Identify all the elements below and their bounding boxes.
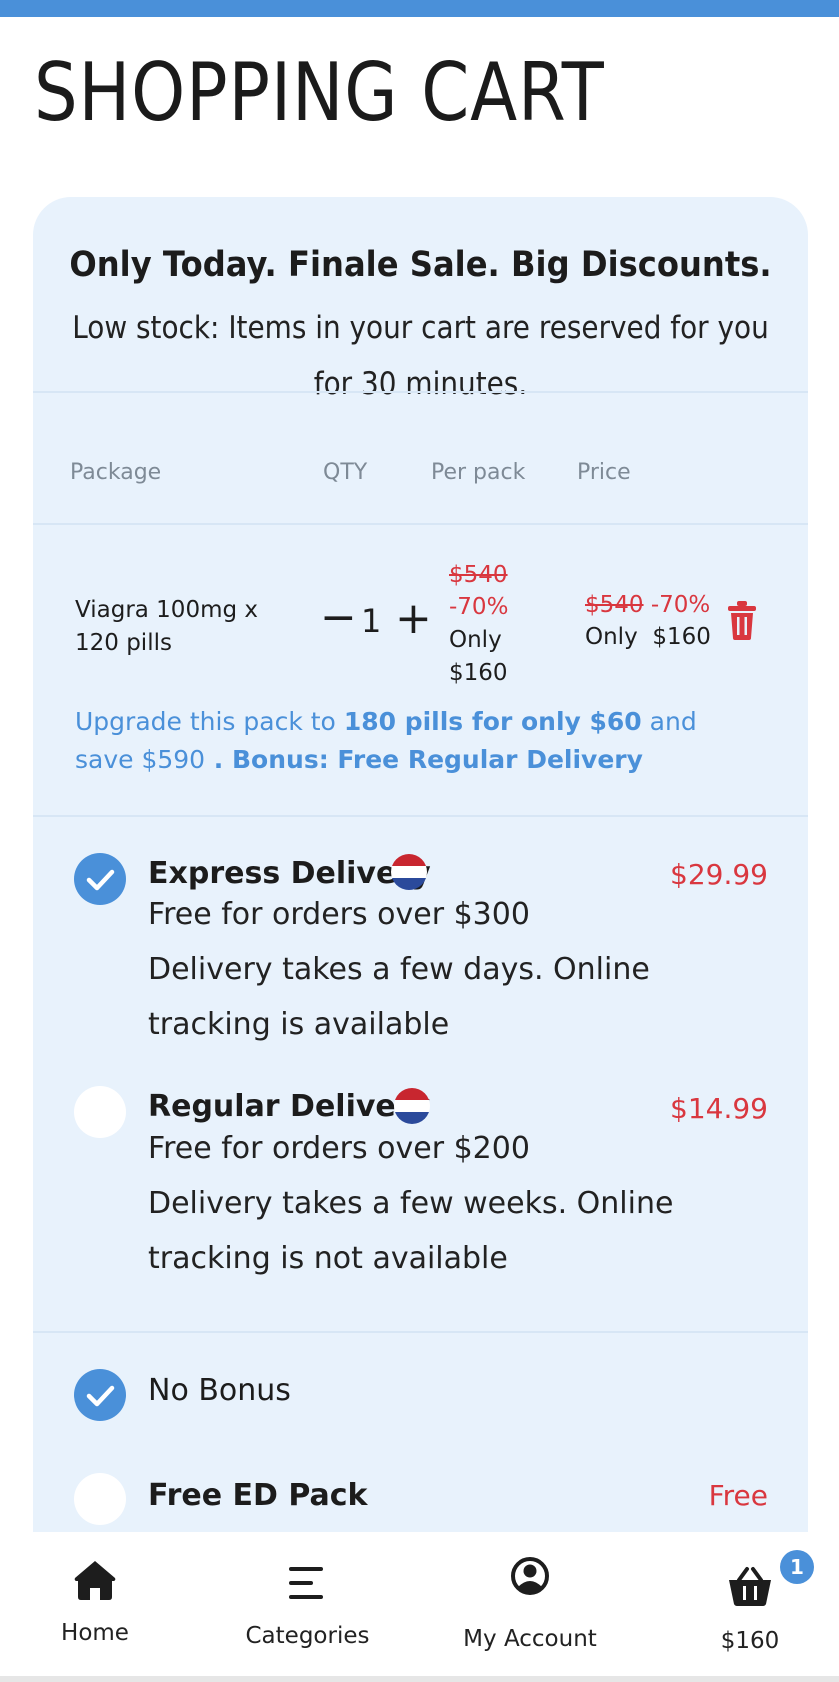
top-accent-bar	[0, 0, 839, 17]
price-new: $160	[652, 624, 711, 650]
price-discount: -70%	[650, 592, 711, 618]
header-qty: QTY	[323, 460, 368, 485]
trash-icon[interactable]	[727, 600, 757, 640]
regular-delivery-radio[interactable]	[74, 1086, 126, 1138]
upsell-offer-link[interactable]: Upgrade this pack to 180 pills for only …	[75, 703, 735, 779]
qty-decrease-button[interactable]: −	[320, 596, 357, 640]
regular-delivery-description: Delivery takes a few weeks. Online track…	[148, 1186, 674, 1276]
nav-home-label: Home	[61, 1620, 129, 1646]
user-account-icon	[511, 1557, 549, 1595]
per-pack-only-label: Only	[449, 627, 502, 653]
express-delivery-free-threshold: Free for orders over $300	[148, 897, 530, 932]
express-delivery-description: Delivery takes a few days. Online tracki…	[148, 952, 650, 1042]
price-old-line: $540 -70%	[585, 592, 710, 618]
bottom-divider	[0, 1676, 839, 1682]
express-delivery-radio-checked[interactable]	[74, 853, 126, 905]
nav-home[interactable]: Home	[40, 1532, 150, 1672]
upsell-offer: 180 pills for only $60	[343, 707, 642, 736]
nav-my-account[interactable]: My Account	[460, 1532, 600, 1672]
regular-delivery-free-threshold: Free for orders over $200	[148, 1131, 530, 1166]
header-price: Price	[577, 460, 631, 485]
divider	[33, 391, 808, 393]
cart-count-badge: 1	[780, 1550, 814, 1584]
price-new-line: Only $160	[585, 624, 711, 650]
regular-delivery-title[interactable]: Regular Delivery	[148, 1089, 430, 1124]
shopping-basket-icon	[729, 1567, 771, 1606]
header-per-pack: Per pack	[431, 460, 526, 485]
cart-card: Only Today. Finale Sale. Big Discounts. …	[33, 197, 808, 1532]
price-old: $540	[585, 592, 644, 618]
divider	[33, 1331, 808, 1333]
upsell-save: $590	[141, 745, 206, 774]
qty-increase-button[interactable]: +	[395, 597, 432, 641]
home-icon	[74, 1561, 116, 1600]
promo-notice: Low stock: Items in your cart are reserv…	[72, 310, 769, 402]
page-title: SHOPPING CART	[34, 46, 605, 139]
divider	[33, 523, 808, 525]
nav-cart-total: $160	[720, 1628, 780, 1654]
nav-categories-label: Categories	[245, 1623, 370, 1649]
checkmark-icon	[86, 869, 115, 891]
free-ed-pack-title[interactable]: Free ED Pack	[148, 1478, 368, 1513]
price-only-label: Only	[585, 624, 638, 650]
no-bonus-title[interactable]: No Bonus	[148, 1373, 291, 1408]
checkmark-icon	[86, 1385, 115, 1407]
menu-lines-icon	[289, 1567, 323, 1599]
item-name: Viagra 100mg x 120 pills	[75, 597, 259, 656]
express-delivery-title[interactable]: Express Delivery	[148, 856, 431, 891]
no-bonus-radio-checked[interactable]	[74, 1369, 126, 1421]
nav-my-account-label: My Account	[463, 1626, 597, 1652]
free-ed-pack-radio[interactable]	[74, 1473, 126, 1525]
netherlands-flag-icon	[394, 1088, 430, 1124]
per-pack-new-price: $160	[449, 660, 508, 686]
bottom-navigation: Home Categories My Account $160 1	[0, 1532, 839, 1682]
netherlands-flag-icon	[391, 854, 427, 890]
per-pack-discount: -70%	[449, 594, 509, 620]
upsell-bonus: . Bonus: Free Regular Delivery	[205, 745, 643, 774]
promo-headline: Only Today. Finale Sale. Big Discounts.	[69, 245, 772, 285]
nav-categories[interactable]: Categories	[240, 1532, 375, 1672]
free-ed-pack-price: Free	[708, 1479, 768, 1512]
upsell-prefix: Upgrade this pack to	[75, 707, 344, 736]
qty-value[interactable]: 1	[361, 602, 381, 640]
nav-cart[interactable]: $160	[700, 1532, 800, 1672]
divider	[33, 815, 808, 817]
header-package: Package	[70, 460, 162, 485]
per-pack-old-price: $540	[449, 562, 508, 588]
